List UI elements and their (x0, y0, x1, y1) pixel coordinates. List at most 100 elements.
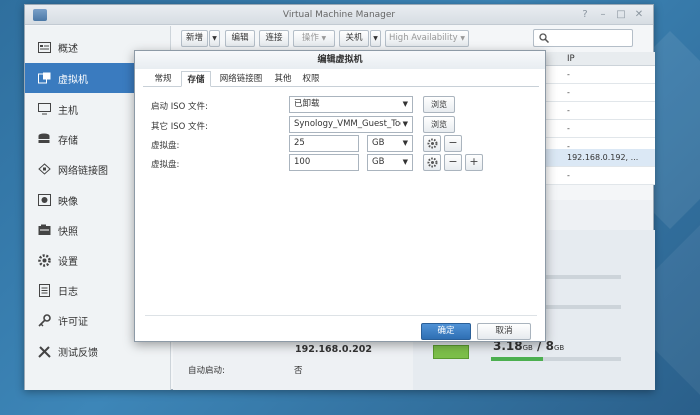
ip-cell: - (567, 70, 570, 79)
tab-other[interactable]: 其他 (271, 71, 295, 87)
browse-boot-iso-button[interactable]: 浏览 (423, 96, 455, 113)
chevron-down-icon: ▼ (373, 35, 378, 42)
tab-permission[interactable]: 权限 (299, 71, 323, 87)
gear-icon (427, 157, 437, 168)
sidebar-item-label: 网络链接图 (58, 165, 108, 177)
other-iso-value: Synology_VMM_Guest_Tool (294, 119, 408, 129)
gear-icon (37, 253, 51, 267)
title-bar[interactable]: Virtual Machine Manager ? – □ ✕ (25, 5, 653, 25)
sidebar-item-label: 快照 (58, 226, 78, 238)
app-icon (33, 9, 47, 21)
disk2-unit-select[interactable]: GB ▼ (367, 154, 413, 171)
maximize-icon[interactable]: □ (613, 5, 629, 25)
disk2-remove-button[interactable]: − (444, 154, 462, 171)
disk1-unit-value: GB (372, 138, 385, 148)
disk1-size-input[interactable]: 25 (289, 135, 359, 152)
disk1-unit-select[interactable]: GB ▼ (367, 135, 413, 152)
ram-total: 8 (545, 339, 554, 353)
help-icon[interactable]: ? (577, 5, 593, 25)
ip-column-header[interactable]: IP (567, 52, 575, 66)
action-label: 操作 (301, 33, 319, 43)
chevron-down-icon: ▼ (402, 100, 408, 108)
ip-cell: - (567, 88, 570, 97)
action-button[interactable]: 操作 ▼ (293, 30, 335, 47)
sidebar-item-label: 存储 (58, 135, 78, 147)
ram-usage-bar (491, 357, 621, 361)
minus-icon: − (448, 136, 458, 149)
add-disk-button[interactable]: + (465, 154, 483, 171)
table-row[interactable]: - (545, 102, 655, 120)
tab-storage[interactable]: 存储 (181, 71, 211, 87)
boot-iso-label: 启动 ISO 文件: (151, 102, 208, 112)
shutdown-button[interactable]: 关机 (339, 30, 369, 47)
chevron-down-icon: ▼ (402, 139, 408, 147)
log-icon (37, 283, 51, 297)
dialog-tabs: 常规 存储 网络链接图 其他 权限 (143, 71, 539, 87)
window-title: Virtual Machine Manager (282, 10, 396, 20)
chevron-down-icon: ▼ (321, 35, 327, 42)
plus-icon: + (469, 155, 479, 168)
network-icon (37, 162, 51, 176)
disk2-unit-value: GB (372, 157, 385, 167)
ram-unit: GB (553, 344, 565, 352)
sidebar-item-label: 测试反馈 (58, 347, 98, 359)
other-iso-select[interactable]: Synology_VMM_Guest_Tool ▼ (289, 116, 413, 133)
disk1-settings-button[interactable] (423, 135, 441, 152)
sidebar-item-label: 设置 (58, 256, 78, 268)
close-icon[interactable]: ✕ (631, 5, 647, 25)
sidebar-item-label: 虚拟机 (58, 74, 88, 86)
high-availability-button[interactable]: High Availability ▼ (385, 30, 469, 47)
host-icon (37, 102, 51, 116)
ok-button[interactable]: 确定 (421, 323, 471, 340)
divider (145, 315, 537, 316)
chevron-down-icon: ▼ (212, 35, 217, 42)
browse-other-iso-button[interactable]: 浏览 (423, 116, 455, 133)
key-icon (37, 313, 51, 327)
new-dropdown-button[interactable]: ▼ (209, 30, 220, 47)
ip-cell: - (567, 171, 570, 180)
new-button[interactable]: 新增 (181, 30, 208, 47)
chevron-down-icon: ▼ (460, 35, 465, 42)
ram-icon (433, 345, 469, 359)
table-row[interactable]: - (545, 120, 655, 138)
search-icon (539, 33, 549, 43)
sidebar-item-label: 概述 (58, 43, 78, 55)
boot-iso-value: 已卸载 (294, 99, 320, 109)
boot-iso-select[interactable]: 已卸载 ▼ (289, 96, 413, 113)
sidebar-item-label: 主机 (58, 105, 78, 117)
disk2-settings-button[interactable] (423, 154, 441, 171)
cancel-button[interactable]: 取消 (477, 323, 531, 340)
overview-icon (37, 40, 51, 54)
disk2-size-input[interactable]: 100 (289, 154, 359, 171)
image-icon (37, 193, 51, 207)
ip-cell: - (567, 124, 570, 133)
storage-icon (37, 132, 51, 146)
edit-vm-dialog: 编辑虚拟机 常规 存储 网络链接图 其他 权限 启动 ISO 文件: 已卸载 ▼… (134, 50, 546, 342)
chevron-down-icon: ▼ (400, 117, 408, 132)
dialog-title: 编辑虚拟机 (135, 51, 545, 69)
snapshot-icon (37, 223, 51, 237)
ip-cell: 192.168.0.192, ... (567, 153, 639, 162)
search-input[interactable] (533, 29, 633, 47)
edit-button[interactable]: 编辑 (225, 30, 255, 47)
table-row[interactable]: - (545, 66, 655, 84)
autostart-label: 自动启动: (188, 366, 225, 376)
connect-button[interactable]: 连接 (259, 30, 289, 47)
sidebar-item-label: 日志 (58, 286, 78, 298)
minus-icon: − (448, 155, 458, 168)
table-row[interactable]: - (545, 167, 655, 185)
tab-network[interactable]: 网络链接图 (215, 71, 267, 87)
chevron-down-icon: ▼ (402, 158, 408, 166)
minimize-icon[interactable]: – (595, 5, 611, 25)
list-header: IP (545, 52, 655, 66)
toolbar: 新增 ▼ 编辑 连接 操作 ▼ 关机 ▼ High Availability ▼ (173, 26, 653, 52)
sidebar-item-label: 许可证 (58, 316, 88, 328)
shutdown-dropdown-button[interactable]: ▼ (370, 30, 381, 47)
tab-general[interactable]: 常规 (149, 71, 177, 87)
tools-icon (37, 344, 51, 358)
gear-icon (427, 138, 437, 149)
table-row-selected[interactable]: 192.168.0.192, ... (545, 149, 655, 167)
sidebar-item-label: 映像 (58, 196, 78, 208)
disk1-remove-button[interactable]: − (444, 135, 462, 152)
table-row[interactable]: - (545, 84, 655, 102)
